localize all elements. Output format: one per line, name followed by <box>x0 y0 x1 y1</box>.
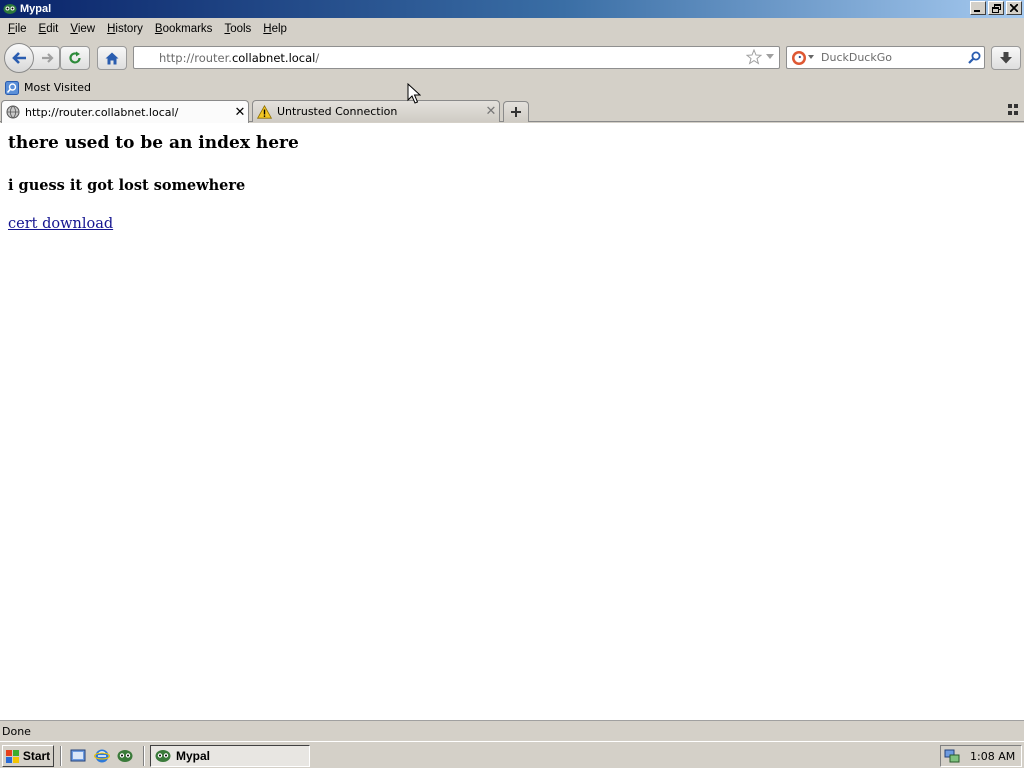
page-subheading: i guess it got lost somewhere <box>8 177 246 194</box>
bookmark-star-icon[interactable] <box>746 49 762 65</box>
forward-button[interactable] <box>30 46 60 70</box>
network-icon[interactable] <box>944 748 960 764</box>
tab-untrusted-connection[interactable]: Untrusted Connection ✕ <box>252 100 500 122</box>
title-bar: Mypal <box>0 0 1024 18</box>
taskbar-item-mypal[interactable]: Mypal <box>150 745 310 767</box>
new-tab-button[interactable] <box>503 101 529 122</box>
taskbar: Start Mypal 1:08 AM <box>0 741 1024 768</box>
page-heading: there used to be an index here <box>8 133 299 153</box>
mypal-icon <box>155 750 171 762</box>
menu-bookmarks[interactable]: Bookmarks <box>149 23 219 35</box>
mypal-quick-launch-icon[interactable] <box>117 748 133 764</box>
search-icon[interactable] <box>964 51 984 64</box>
most-visited-icon <box>5 80 19 95</box>
taskbar-separator <box>143 746 145 766</box>
chevron-down-icon <box>807 55 814 59</box>
navigation-toolbar: http://router. collabnet.local / DuckDuckG… <box>0 40 1024 76</box>
menu-file[interactable]: File <box>2 23 33 35</box>
taskbar-item-label: Mypal <box>176 749 211 763</box>
menu-bar: File Edit View History Bookmarks Tools H… <box>0 18 1024 40</box>
tab-label: Untrusted Connection <box>277 105 398 118</box>
url-tail: / <box>315 50 320 65</box>
quick-launch-separator <box>60 746 62 766</box>
home-button[interactable] <box>97 46 127 70</box>
home-icon <box>105 52 119 64</box>
tab-close-icon[interactable]: ✕ <box>483 104 499 119</box>
back-arrow-icon <box>12 52 26 64</box>
url-scheme: http://router. <box>159 50 232 65</box>
start-button[interactable]: Start <box>2 745 54 767</box>
menu-help[interactable]: Help <box>257 23 293 35</box>
most-visited-label: Most Visited <box>24 81 91 94</box>
internet-explorer-icon[interactable] <box>94 748 110 764</box>
tab-strip: http://router.collabnet.local/ ✕ Untrust… <box>0 98 1024 123</box>
url-dropdown-icon[interactable] <box>765 53 775 61</box>
search-input[interactable]: DuckDuckGo <box>817 51 964 64</box>
url-bar[interactable]: http://router. collabnet.local / <box>133 46 780 69</box>
cert-download-link[interactable]: cert download <box>8 216 113 232</box>
reload-icon <box>69 51 81 64</box>
menu-view[interactable]: View <box>64 23 101 35</box>
globe-icon <box>6 105 20 119</box>
downloads-button[interactable] <box>991 46 1021 70</box>
close-window-button[interactable] <box>1006 1 1022 15</box>
menu-tools[interactable]: Tools <box>218 23 257 35</box>
back-button[interactable] <box>4 43 34 73</box>
reload-button[interactable] <box>60 46 90 70</box>
start-label: Start <box>22 749 51 763</box>
tab-close-icon[interactable]: ✕ <box>232 105 248 120</box>
tab-label: http://router.collabnet.local/ <box>25 105 179 119</box>
window-title: Mypal <box>20 3 52 15</box>
page-content: there used to be an index here i guess i… <box>0 123 1024 720</box>
tab-router-collabnet[interactable]: http://router.collabnet.local/ ✕ <box>1 100 249 123</box>
search-engine-selector[interactable] <box>787 47 817 68</box>
restore-button[interactable] <box>988 1 1004 15</box>
show-desktop-icon[interactable] <box>70 748 86 764</box>
system-tray: 1:08 AM <box>940 745 1022 767</box>
plus-icon <box>511 107 521 117</box>
search-bar[interactable]: DuckDuckGo <box>786 46 985 69</box>
download-arrow-icon <box>1000 52 1012 64</box>
status-text: Done <box>2 724 31 738</box>
menu-history[interactable]: History <box>101 23 149 35</box>
bookmarks-toolbar: Most Visited <box>0 77 1024 98</box>
forward-arrow-icon <box>41 53 54 63</box>
mypal-logo-icon <box>3 2 17 16</box>
mouse-cursor-icon <box>407 83 421 104</box>
duckduckgo-icon <box>791 50 806 65</box>
status-bar: Done <box>0 720 1024 741</box>
clock[interactable]: 1:08 AM <box>970 750 1015 763</box>
warning-icon <box>257 104 272 119</box>
list-all-tabs-icon[interactable] <box>1008 104 1020 116</box>
minimize-button[interactable] <box>970 1 986 15</box>
windows-logo-icon <box>5 749 19 763</box>
most-visited-bookmark[interactable]: Most Visited <box>5 80 91 95</box>
menu-edit[interactable]: Edit <box>33 23 65 35</box>
url-host: collabnet.local <box>231 50 316 65</box>
